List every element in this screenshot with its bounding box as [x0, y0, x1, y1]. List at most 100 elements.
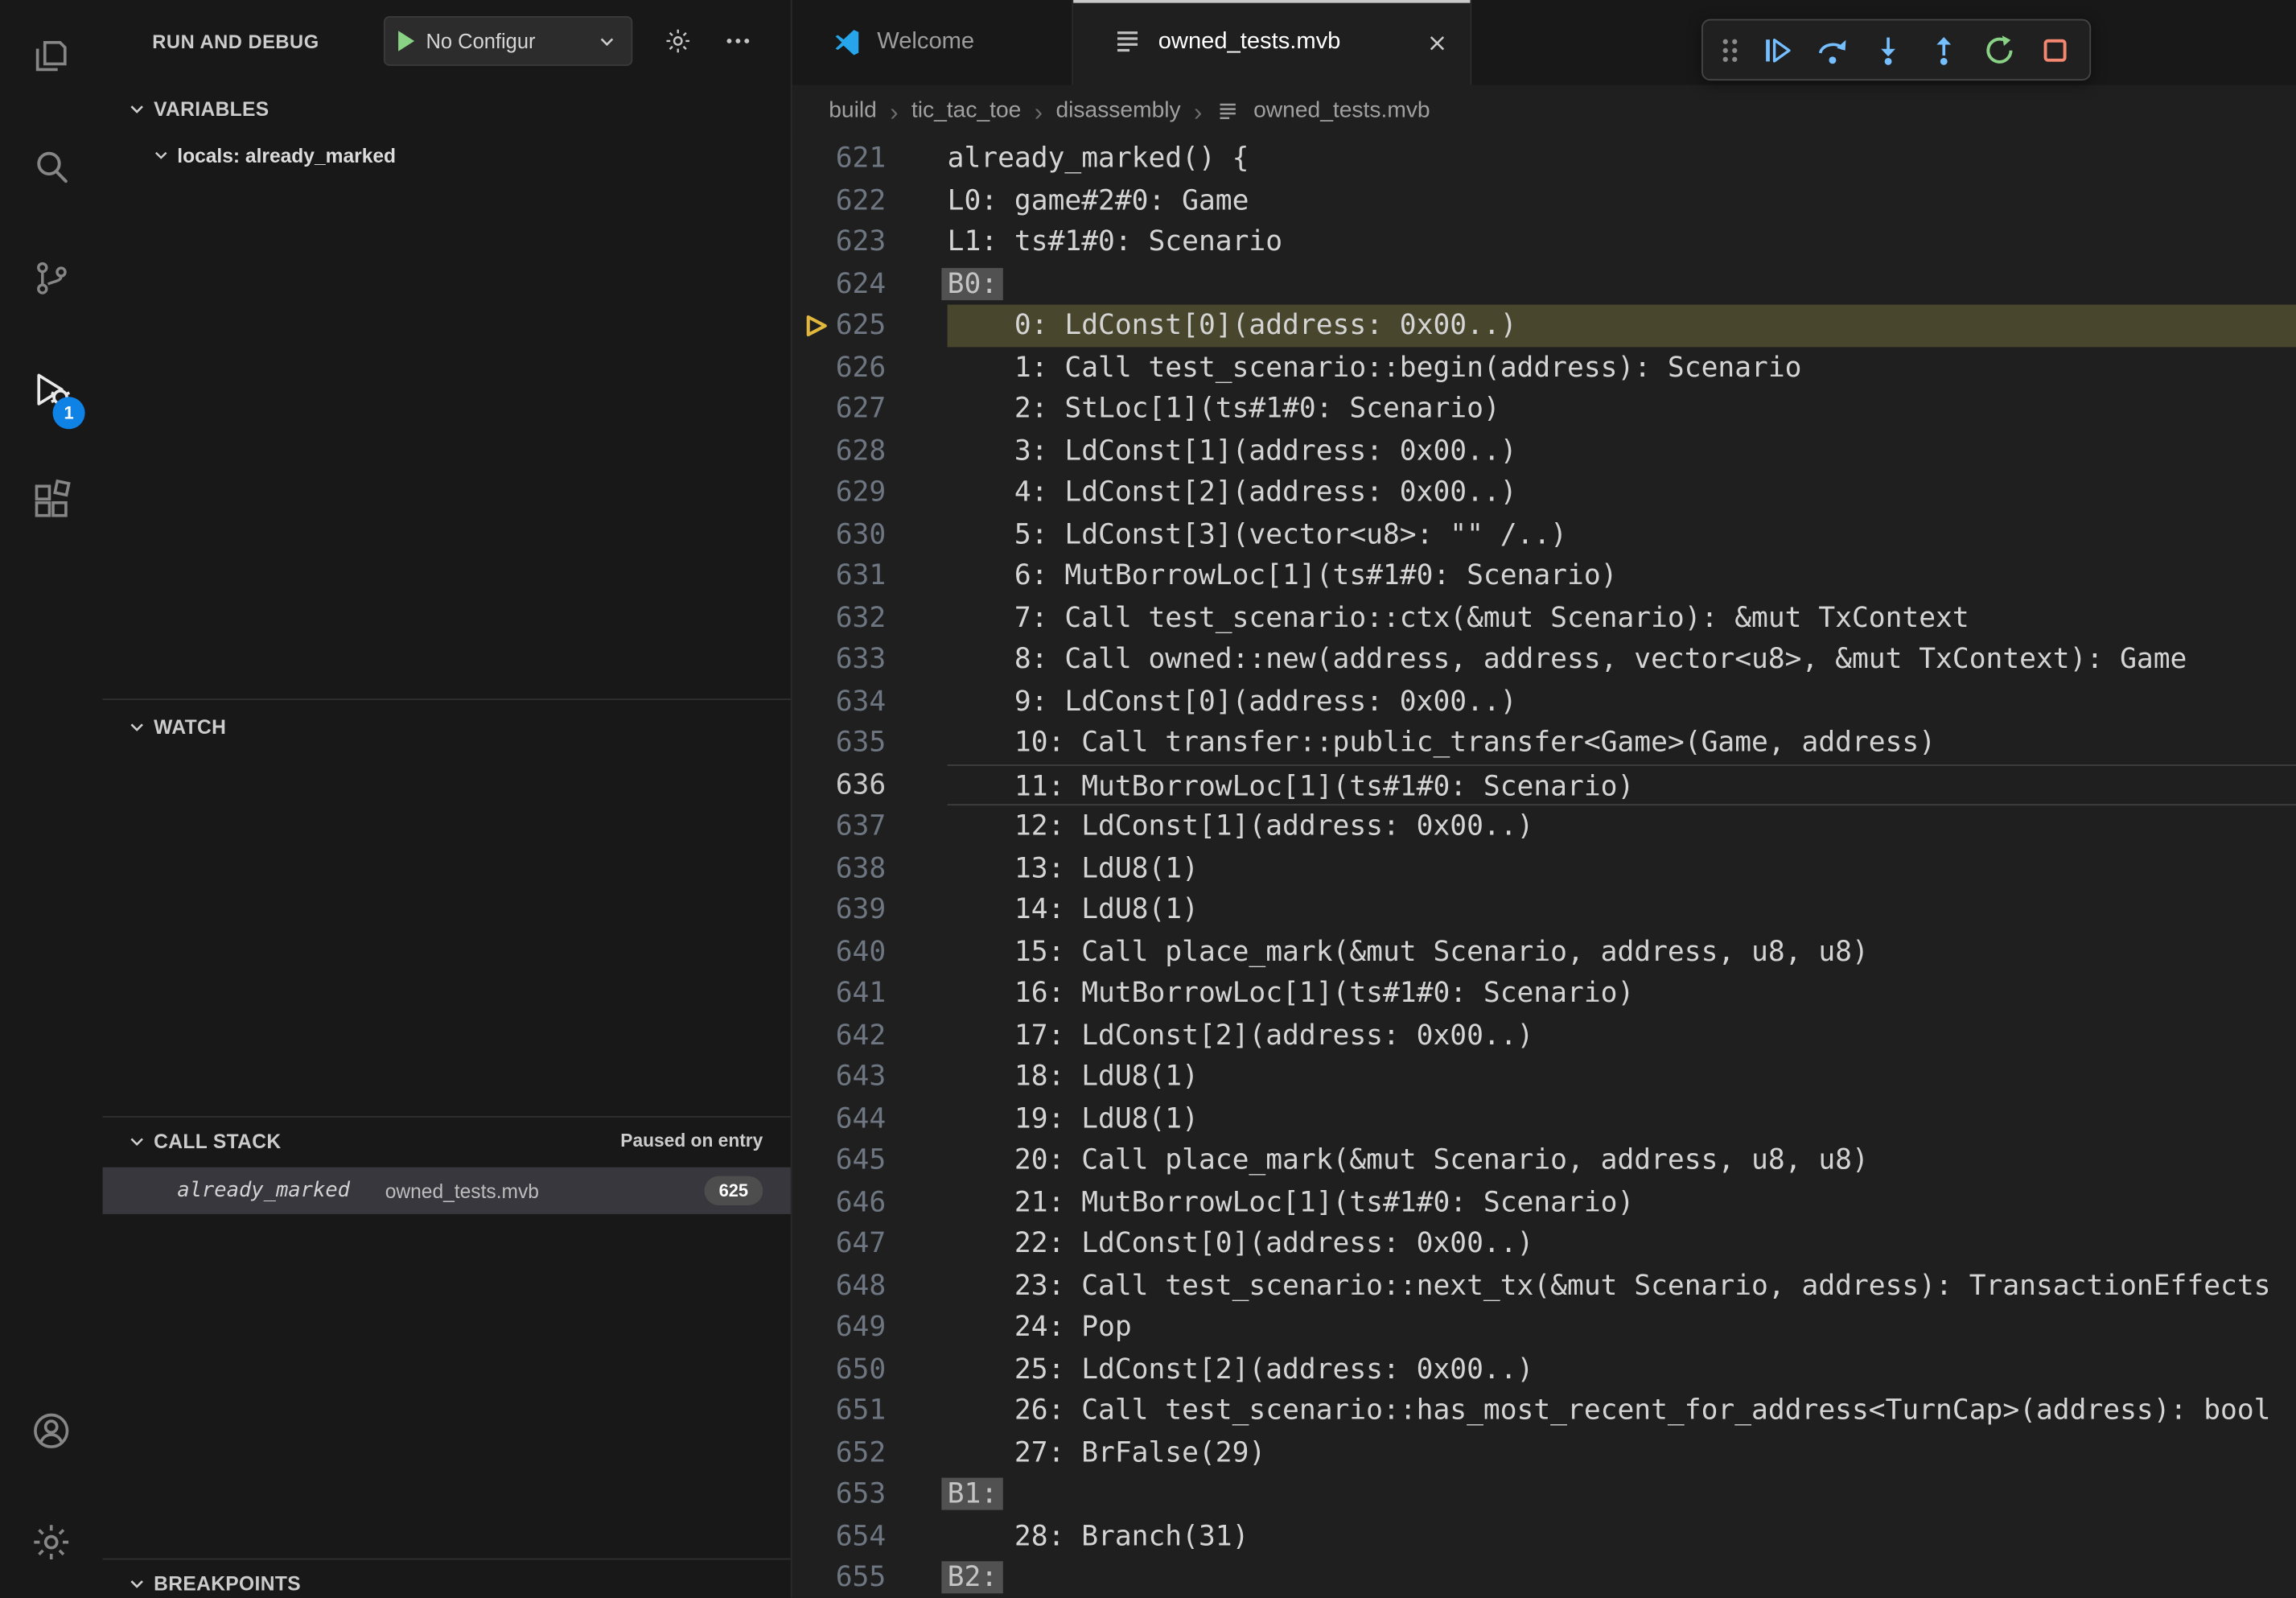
line-number[interactable]: 646 [792, 1181, 886, 1223]
code-line-627[interactable]: 627 2: StLoc[1](ts#1#0: Scenario) [792, 388, 2296, 430]
code-line-650[interactable]: 650 25: LdConst[2](address: 0x00..) [792, 1348, 2296, 1390]
variables-scope-locals[interactable]: locals: already_marked [102, 134, 790, 175]
activity-item-run-and-debug[interactable]: 1 [0, 334, 102, 445]
code-line-624[interactable]: 624B0: [792, 263, 2296, 305]
code-line-646[interactable]: 646 21: MutBorrowLoc[1](ts#1#0: Scenario… [792, 1181, 2296, 1223]
line-number[interactable]: 653 [792, 1473, 886, 1515]
line-number[interactable]: 622 [792, 179, 886, 221]
code-line-640[interactable]: 640 15: Call place_mark(&mut Scenario, a… [792, 931, 2296, 973]
code-line-647[interactable]: 647 22: LdConst[0](address: 0x00..) [792, 1223, 2296, 1265]
line-number[interactable]: 621 [792, 138, 886, 179]
step-out-button[interactable] [1915, 23, 1971, 76]
line-number[interactable]: 650 [792, 1348, 886, 1390]
variables-section-header[interactable]: VARIABLES [102, 82, 790, 135]
code-line-635[interactable]: 635 10: Call transfer::public_transfer<G… [792, 722, 2296, 764]
code-line-638[interactable]: 638 13: LdU8(1) [792, 847, 2296, 889]
line-number[interactable]: 631 [792, 555, 886, 597]
line-number[interactable]: 629 [792, 472, 886, 513]
continue-button[interactable] [1748, 23, 1804, 76]
call-stack-section-header[interactable]: CALL STACK Paused on entry [102, 1118, 790, 1164]
code-line-648[interactable]: 648 23: Call test_scenario::next_tx(&mut… [792, 1265, 2296, 1307]
activity-item-source-control[interactable] [0, 223, 102, 334]
restart-button[interactable] [1971, 23, 2026, 76]
breadcrumb-item[interactable]: owned_tests.mvb [1253, 98, 1430, 125]
code-line-641[interactable]: 641 16: MutBorrowLoc[1](ts#1#0: Scenario… [792, 973, 2296, 1015]
line-number[interactable]: 635 [792, 722, 886, 764]
line-number[interactable]: 627 [792, 388, 886, 430]
line-number[interactable]: 643 [792, 1056, 886, 1098]
code-line-637[interactable]: 637 12: LdConst[1](address: 0x00..) [792, 805, 2296, 847]
line-number[interactable]: 636 [792, 764, 886, 805]
line-number[interactable]: 652 [792, 1431, 886, 1473]
code-line-655[interactable]: 655B2: [792, 1557, 2296, 1598]
code-line-654[interactable]: 654 28: Branch(31) [792, 1515, 2296, 1557]
line-number[interactable]: 632 [792, 597, 886, 639]
line-number[interactable]: 634 [792, 680, 886, 722]
code-line-643[interactable]: 643 18: LdU8(1) [792, 1056, 2296, 1098]
code-line-626[interactable]: 626 1: Call test_scenario::begin(address… [792, 346, 2296, 388]
code-line-636[interactable]: 636 11: MutBorrowLoc[1](ts#1#0: Scenario… [792, 764, 2296, 805]
code-line-633[interactable]: 633 8: Call owned::new(address, address,… [792, 639, 2296, 681]
code-line-651[interactable]: 651 26: Call test_scenario::has_most_rec… [792, 1390, 2296, 1431]
activity-item-extensions[interactable] [0, 445, 102, 556]
code-line-645[interactable]: 645 20: Call place_mark(&mut Scenario, a… [792, 1139, 2296, 1181]
breadcrumb-item[interactable]: tic_tac_toe [911, 98, 1021, 125]
line-number[interactable]: 645 [792, 1139, 886, 1181]
tab-owned-tests-mvb[interactable]: owned_tests.mvb [1073, 0, 1471, 85]
breakpoints-section-header[interactable]: BREAKPOINTS [102, 1559, 790, 1597]
code-line-649[interactable]: 649 24: Pop [792, 1307, 2296, 1349]
line-number[interactable]: 641 [792, 973, 886, 1015]
debug-configuration-dropdown[interactable]: No Configur [384, 16, 632, 66]
code-line-621[interactable]: 621already_marked() { [792, 138, 2296, 179]
line-number[interactable]: 624 [792, 263, 886, 305]
line-number[interactable]: 623 [792, 221, 886, 263]
line-number[interactable]: 626 [792, 346, 886, 388]
line-number[interactable]: 655 [792, 1557, 886, 1598]
code-line-625[interactable]: 625 0: LdConst[0](address: 0x00..) [792, 305, 2296, 347]
line-number[interactable]: 638 [792, 847, 886, 889]
code-line-634[interactable]: 634 9: LdConst[0](address: 0x00..) [792, 680, 2296, 722]
line-number[interactable]: 647 [792, 1223, 886, 1265]
code-lines[interactable]: 621already_marked() {622L0: game#2#0: Ga… [792, 138, 2296, 1598]
tab-welcome[interactable]: Welcome [792, 0, 1073, 85]
activity-item-settings[interactable] [0, 1486, 102, 1597]
code-line-653[interactable]: 653B1: [792, 1473, 2296, 1515]
code-line-639[interactable]: 639 14: LdU8(1) [792, 889, 2296, 931]
line-number[interactable]: 639 [792, 889, 886, 931]
line-number[interactable]: 625 [792, 305, 886, 347]
line-number[interactable]: 628 [792, 430, 886, 472]
code-line-652[interactable]: 652 27: BrFalse(29) [792, 1431, 2296, 1473]
code-line-623[interactable]: 623L1: ts#1#0: Scenario [792, 221, 2296, 263]
line-number[interactable]: 637 [792, 805, 886, 847]
code-line-622[interactable]: 622L0: game#2#0: Game [792, 179, 2296, 221]
line-number[interactable]: 654 [792, 1515, 886, 1557]
drag-handle-icon[interactable] [1710, 23, 1748, 76]
line-number[interactable]: 648 [792, 1265, 886, 1307]
debug-settings-gear-icon[interactable] [663, 27, 692, 56]
step-into-button[interactable] [1860, 23, 1915, 76]
code-line-632[interactable]: 632 7: Call test_scenario::ctx(&mut Scen… [792, 597, 2296, 639]
more-actions-icon[interactable] [723, 27, 752, 56]
close-tab-icon[interactable] [1425, 30, 1450, 55]
call-stack-frame[interactable]: already_markedowned_tests.mvb625 [102, 1168, 790, 1214]
code-line-644[interactable]: 644 19: LdU8(1) [792, 1098, 2296, 1139]
line-number[interactable]: 649 [792, 1307, 886, 1349]
line-number[interactable]: 630 [792, 513, 886, 555]
activity-item-account[interactable] [0, 1375, 102, 1486]
line-number[interactable]: 640 [792, 931, 886, 973]
line-number[interactable]: 651 [792, 1390, 886, 1431]
line-number[interactable]: 642 [792, 1014, 886, 1056]
code-line-631[interactable]: 631 6: MutBorrowLoc[1](ts#1#0: Scenario) [792, 555, 2296, 597]
code-line-642[interactable]: 642 17: LdConst[2](address: 0x00..) [792, 1014, 2296, 1056]
code-line-629[interactable]: 629 4: LdConst[2](address: 0x00..) [792, 472, 2296, 513]
breadcrumb-item[interactable]: disassembly [1055, 98, 1180, 125]
watch-section-header[interactable]: WATCH [102, 700, 790, 753]
line-number[interactable]: 644 [792, 1098, 886, 1139]
activity-item-explorer[interactable] [0, 0, 102, 111]
line-number[interactable]: 633 [792, 639, 886, 681]
activity-item-search[interactable] [0, 111, 102, 222]
stop-button[interactable] [2026, 23, 2082, 76]
code-line-628[interactable]: 628 3: LdConst[1](address: 0x00..) [792, 430, 2296, 472]
breadcrumb-item[interactable]: build [829, 98, 877, 125]
code-line-630[interactable]: 630 5: LdConst[3](vector<u8>: "" /..) [792, 513, 2296, 555]
